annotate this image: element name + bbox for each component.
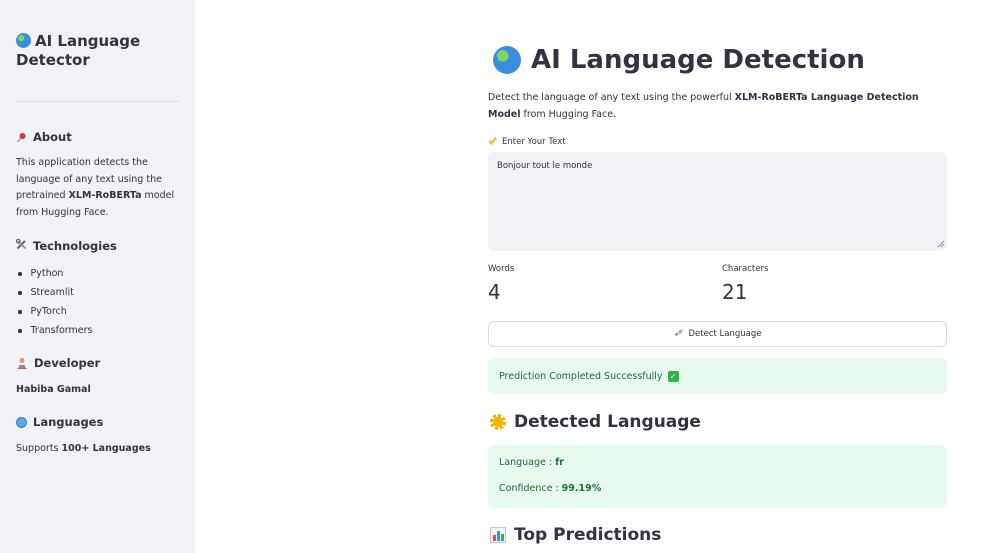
languages-heading: Languages: [16, 415, 103, 429]
list-item: PyTorch: [18, 304, 92, 323]
detected-language-heading: Detected Language: [490, 412, 701, 432]
technologies-heading: Technologies: [15, 238, 117, 253]
resize-handle-icon[interactable]: [937, 240, 945, 248]
page-description: Detect the language of any text using th…: [488, 92, 919, 120]
globe-icon: [16, 33, 31, 48]
characters-metric-value: 21: [722, 280, 748, 304]
globe-icon: [493, 46, 521, 74]
words-metric-value: 4: [488, 280, 501, 304]
result-alert: Language : fr Confidence : 99.19%: [488, 445, 947, 508]
bar-chart-icon: [490, 527, 506, 543]
page-title: AI Language Detection: [488, 45, 865, 75]
languages-text: Supports 100+ Languages: [16, 443, 151, 454]
technologist-icon: [16, 357, 28, 369]
developer-name: Habiba Gamal: [16, 384, 91, 395]
globe-with-meridians-icon: [16, 416, 27, 428]
sidebar: AI Language Detector About This applicat…: [0, 0, 195, 553]
confidence-result: Confidence : 99.19%: [499, 483, 602, 494]
check-mark-icon: ✓: [667, 370, 679, 382]
about-text: This application detects the language of…: [16, 157, 175, 218]
developer-heading: Developer: [16, 356, 100, 370]
words-metric-label: Words: [488, 264, 515, 274]
language-result: Language : fr: [499, 457, 564, 468]
sun-icon: [490, 414, 506, 430]
detect-language-button[interactable]: Detect Language: [488, 321, 947, 347]
text-input-label: Enter Your Text: [488, 135, 566, 148]
list-item: Streamlit: [18, 285, 92, 304]
about-heading: About: [16, 130, 72, 144]
list-item: Python: [18, 266, 92, 285]
sidebar-title: AI Language Detector: [16, 32, 141, 69]
writing-hand-icon: [488, 135, 498, 148]
list-item: Transformers: [18, 323, 92, 342]
rocket-icon: [674, 328, 684, 341]
success-alert: Prediction Completed Successfully ✓: [488, 358, 947, 394]
tools-icon: [15, 238, 27, 253]
sidebar-divider: [16, 101, 179, 102]
technologies-list: Python Streamlit PyTorch Transformers: [18, 266, 92, 342]
top-predictions-heading: Top Predictions: [490, 525, 661, 545]
characters-metric-label: Characters: [722, 264, 769, 274]
pushpin-icon: [16, 132, 27, 143]
text-input[interactable]: Bonjour tout le monde: [488, 152, 947, 251]
